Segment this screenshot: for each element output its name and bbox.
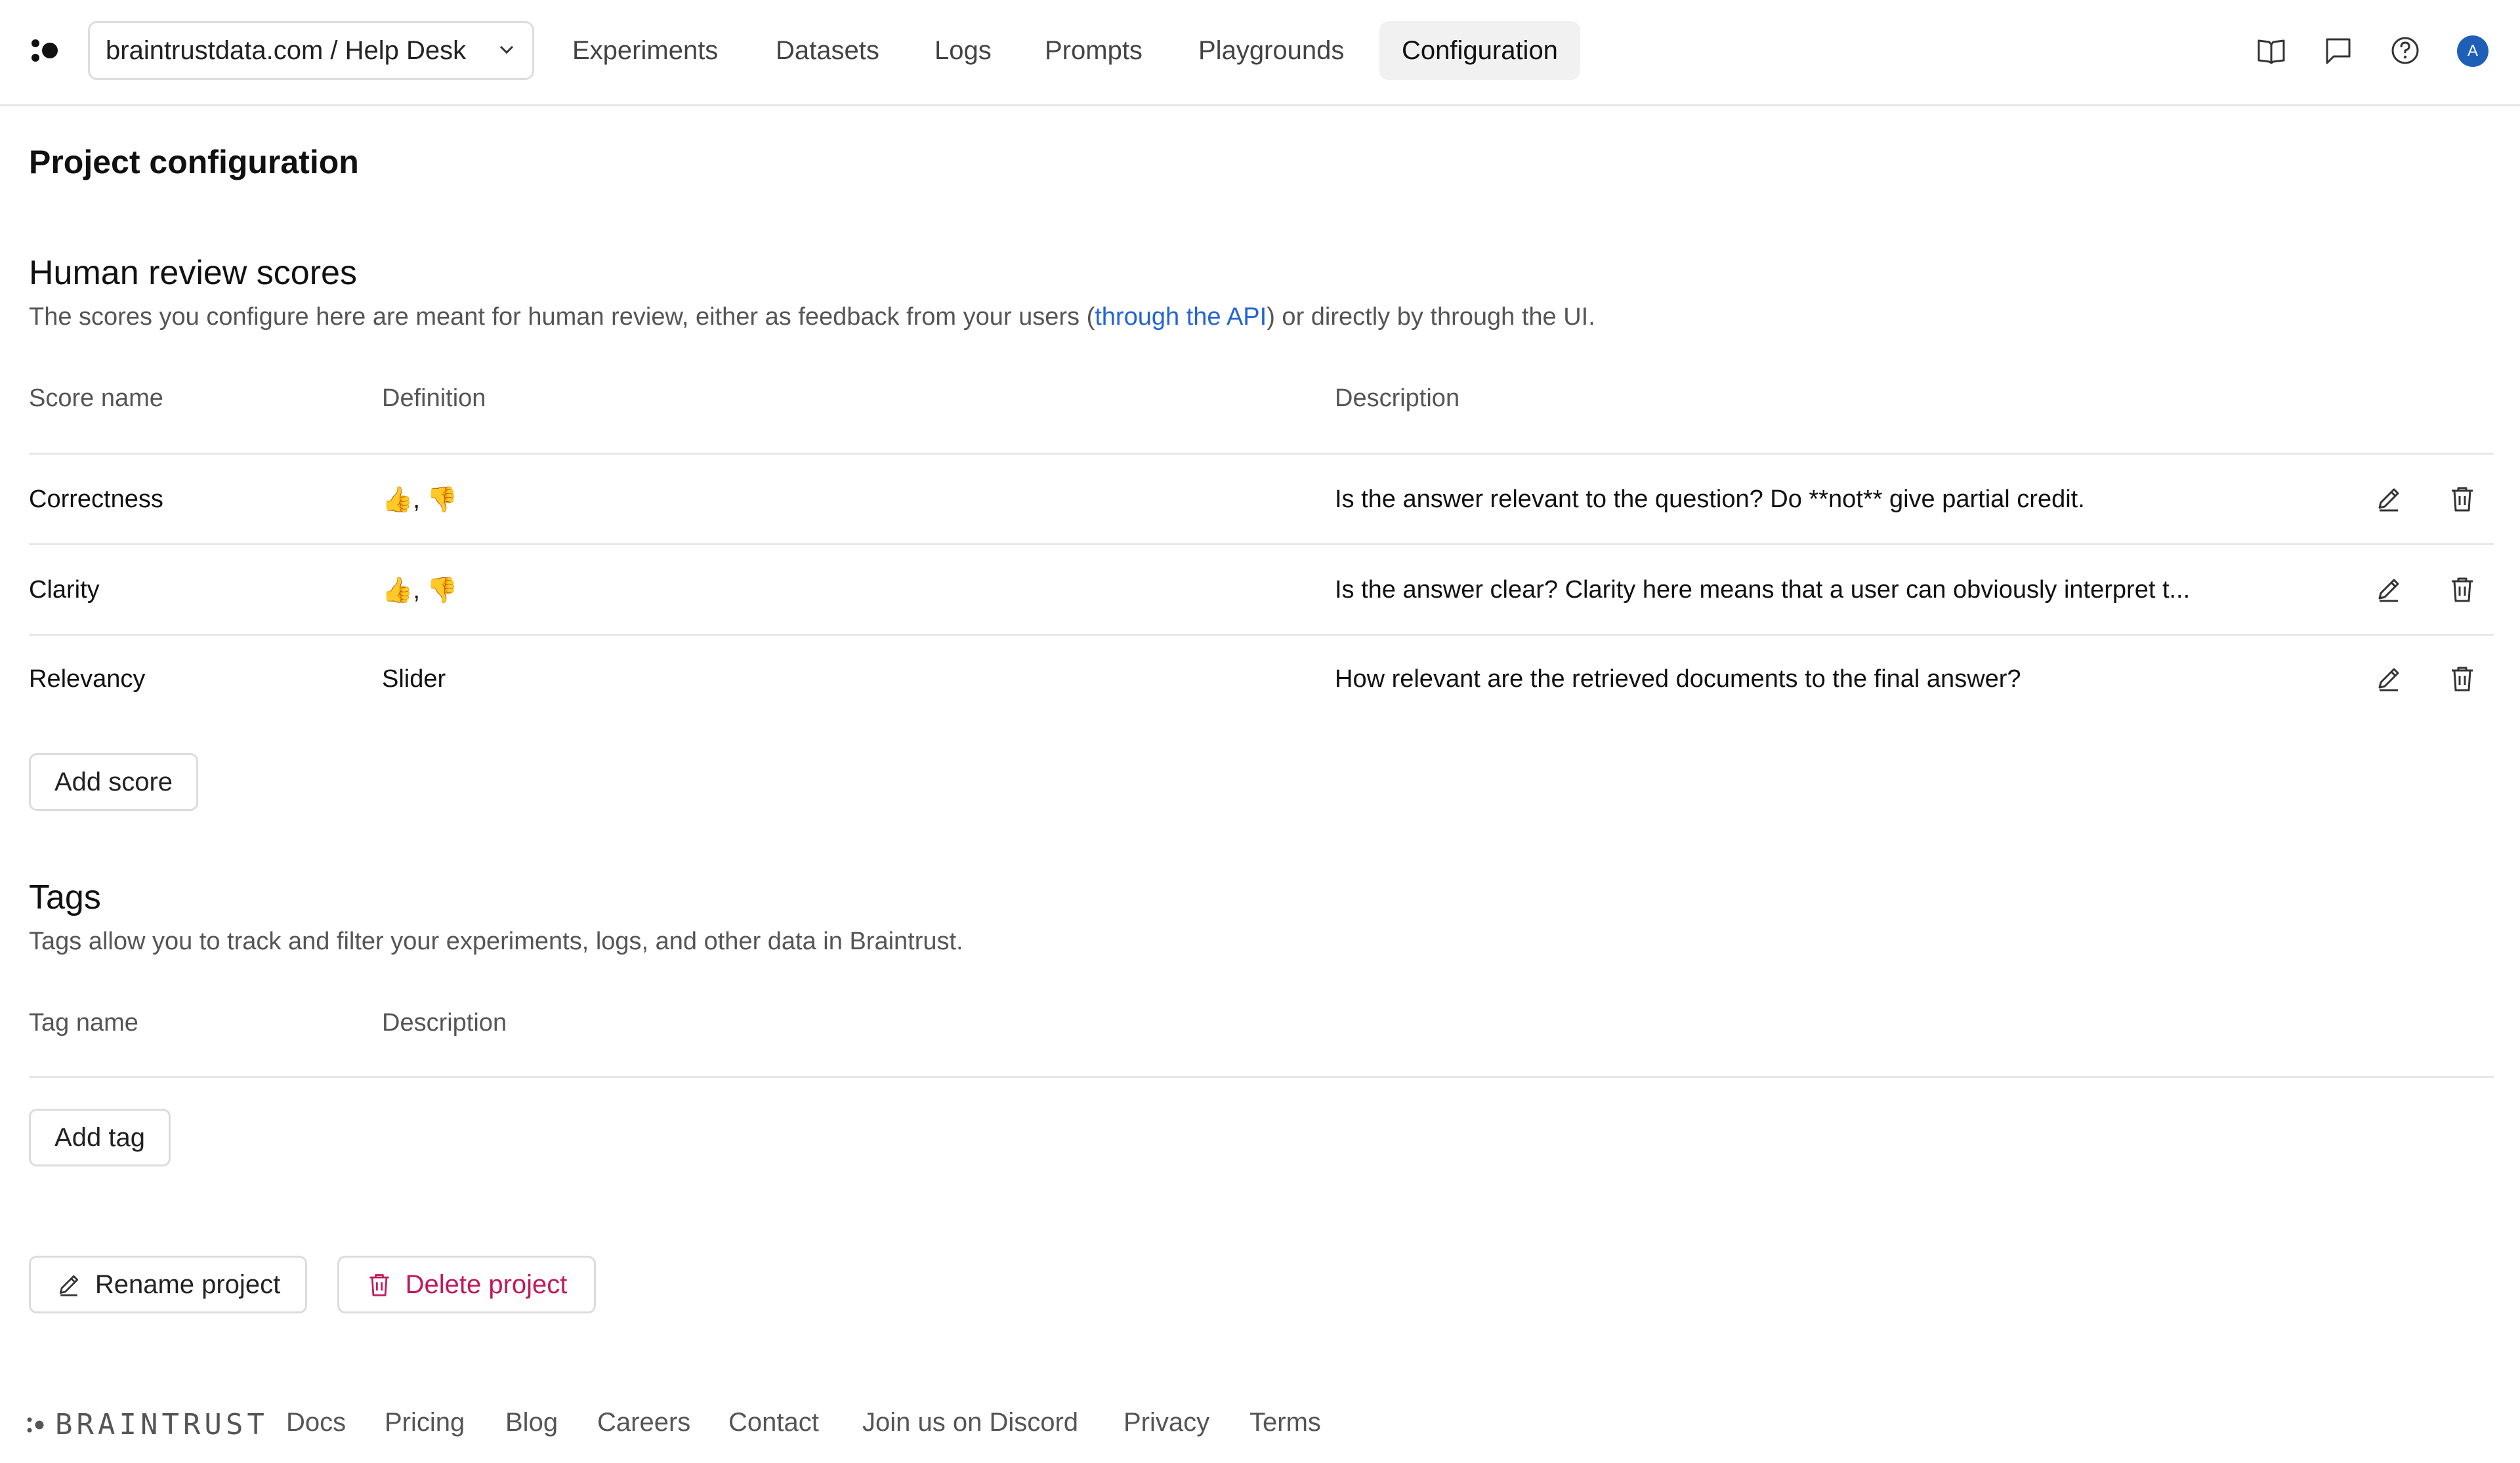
scores-section-title: Human review scores — [29, 254, 357, 292]
footer-link-terms[interactable]: Terms — [1250, 1408, 1321, 1437]
delete-project-button[interactable]: Delete project — [337, 1256, 596, 1313]
project-switcher[interactable]: braintrustdata.com / Help Desk — [88, 21, 534, 80]
edit-pencil-icon[interactable] — [2374, 664, 2403, 693]
edit-pencil-icon — [59, 1275, 78, 1296]
footer-link-pricing[interactable]: Pricing — [385, 1408, 465, 1437]
score-description: Is the answer clear? Clarity here means … — [1335, 576, 2191, 604]
trash-icon — [369, 1274, 389, 1296]
score-name: Clarity — [29, 576, 100, 604]
score-description: Is the answer relevant to the question? … — [1335, 485, 2085, 513]
rename-project-button[interactable]: Rename project — [29, 1256, 307, 1313]
add-score-button[interactable]: Add score — [29, 753, 198, 811]
tab-prompts[interactable]: Prompts — [1022, 21, 1165, 80]
footer-link-discord[interactable]: Join us on Discord — [862, 1408, 1078, 1437]
column-header-tag-name: Tag name — [29, 1009, 138, 1037]
project-switcher-label: braintrustdata.com / Help Desk — [106, 35, 467, 65]
avatar[interactable]: A — [2457, 35, 2488, 67]
scores-desc-suffix: ) or directly by through the UI. — [1267, 303, 1595, 331]
trash-icon[interactable] — [2448, 575, 2477, 604]
table-divider — [29, 543, 2494, 545]
scores-desc-prefix: The scores you configure here are meant … — [29, 303, 1095, 331]
tags-section-title: Tags — [29, 878, 101, 917]
book-icon[interactable] — [2255, 34, 2288, 67]
column-header-definition: Definition — [382, 384, 486, 412]
edit-pencil-icon[interactable] — [2374, 575, 2403, 604]
table-divider — [29, 634, 2494, 636]
score-name: Correctness — [29, 485, 163, 513]
chat-icon[interactable] — [2322, 34, 2355, 67]
help-icon[interactable] — [2389, 34, 2422, 67]
footer-link-careers[interactable]: Careers — [597, 1408, 690, 1437]
score-definition: 👍, 👎 — [382, 486, 458, 514]
tab-playgrounds[interactable]: Playgrounds — [1176, 21, 1366, 80]
add-tag-button[interactable]: Add tag — [29, 1109, 171, 1166]
column-header-tag-description: Description — [382, 1009, 507, 1037]
score-definition: 👍, 👎 — [382, 577, 458, 604]
trash-icon[interactable] — [2448, 664, 2477, 693]
footer-link-privacy[interactable]: Privacy — [1124, 1408, 1209, 1437]
tab-configuration[interactable]: Configuration — [1379, 21, 1580, 80]
edit-pencil-icon[interactable] — [2374, 484, 2403, 513]
tab-logs[interactable]: Logs — [912, 21, 1014, 80]
delete-project-label: Delete project — [405, 1269, 568, 1299]
api-link[interactable]: through the API — [1095, 303, 1267, 331]
top-navigation-bar: braintrustdata.com / Help Desk Experimen… — [0, 0, 2520, 106]
footer-link-docs[interactable]: Docs — [286, 1408, 346, 1437]
trash-icon[interactable] — [2448, 484, 2477, 513]
score-description: How relevant are the retrieved documents… — [1335, 665, 2021, 693]
footer-link-blog[interactable]: Blog — [505, 1408, 558, 1437]
table-divider — [29, 1076, 2494, 1078]
page-title: Project configuration — [29, 144, 359, 180]
footer-brand[interactable]: BRAINTRUST — [26, 1408, 268, 1441]
tags-section-description: Tags allow you to track and filter your … — [29, 928, 963, 955]
footer-link-contact[interactable]: Contact — [728, 1408, 819, 1437]
tab-experiments[interactable]: Experiments — [550, 21, 740, 80]
column-header-score-name: Score name — [29, 384, 163, 412]
scores-section-description: The scores you configure here are meant … — [29, 303, 1595, 331]
table-divider — [29, 453, 2494, 455]
score-definition: Slider — [382, 665, 446, 693]
score-name: Relevancy — [29, 665, 146, 693]
footer-brand-label: BRAINTRUST — [55, 1408, 268, 1441]
chevron-down-icon — [499, 45, 514, 54]
braintrust-logo-icon — [27, 1417, 44, 1432]
braintrust-logo-icon[interactable] — [29, 37, 62, 64]
tab-datasets[interactable]: Datasets — [753, 21, 902, 80]
rename-project-label: Rename project — [94, 1269, 281, 1299]
column-header-description: Description — [1335, 384, 1460, 412]
